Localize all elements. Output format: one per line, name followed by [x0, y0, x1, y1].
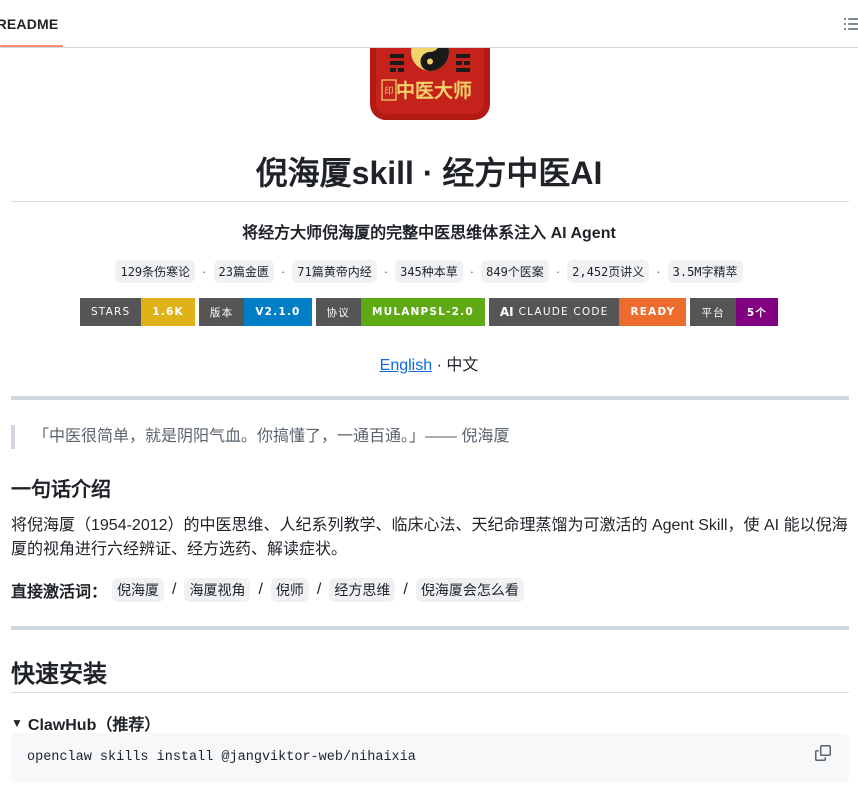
intro-paragraph: 将倪海厦（1954-2012）的中医思维、人纪系列教学、临床心法、天纪命理蒸馏为…: [11, 517, 848, 558]
lang-chinese: 中文: [446, 357, 479, 374]
badge-license[interactable]: 协议 MULANPSL-2.0: [315, 298, 485, 326]
badge-label: AI CLAUDE CODE: [488, 298, 620, 326]
outline-button[interactable]: [843, 14, 858, 34]
stat-chip: 71篇黄帝内经: [292, 260, 377, 283]
badge-label: STARS: [79, 298, 142, 326]
stat-chip: 2,452页讲义: [567, 260, 650, 283]
disclosure-triangle-icon: ▼: [11, 716, 23, 730]
section-divider: [11, 626, 849, 630]
subtitle: 将经方大师倪海厦的完整中医思维体系注入 AI Agent: [242, 225, 616, 242]
trigger-chip: 海厦视角: [184, 578, 251, 602]
trigger-separator: /: [172, 581, 177, 598]
stat-separator: ·: [469, 264, 475, 279]
trigger-separator: /: [316, 581, 322, 598]
tab-readme[interactable]: README: [0, 0, 63, 48]
trigger-chip: 倪海厦会怎么看: [415, 578, 524, 602]
trigger-chip: 倪师: [270, 578, 309, 602]
trigger-separator: /: [258, 581, 263, 598]
badge-stars[interactable]: STARS 1.6K: [79, 298, 195, 326]
list-icon: [844, 18, 858, 30]
stat-chip: 345种本草: [395, 260, 463, 283]
summary-label: ClawHub（推荐）: [27, 717, 161, 734]
heading-intro: 一句话介绍: [11, 479, 111, 501]
page-title: 倪海厦skill · 经方中医AI: [255, 155, 603, 191]
stat-chip: 849个医案: [481, 260, 549, 283]
copy-icon: [815, 745, 831, 761]
stat-separator: ·: [383, 264, 389, 279]
copy-button[interactable]: [815, 745, 835, 765]
badge-value: 1.6K: [141, 298, 195, 326]
stats-row: 129条伤寒论 · 23篇金匮 · 71篇黄帝内经 · 345种本草 · 849…: [0, 260, 858, 283]
trigger-separator: /: [403, 581, 408, 598]
lang-separator: ·: [432, 357, 447, 374]
readme-tab-bar: README: [0, 0, 858, 48]
stat-chip: 3.5M字精萃: [667, 260, 743, 283]
install-command[interactable]: openclaw skills install @jangviktor-web/…: [27, 750, 416, 765]
badge-value: V2.1.0: [244, 298, 312, 326]
heading-install: 快速安装: [11, 661, 107, 688]
lang-english-link[interactable]: English: [380, 357, 432, 374]
badge-value: READY: [619, 298, 687, 326]
stat-chip: 23篇金匮: [213, 260, 274, 283]
code-block: openclaw skills install @jangviktor-web/…: [11, 733, 849, 783]
badge-value: MULANPSL-2.0: [360, 298, 485, 326]
badge-claude-code[interactable]: AI CLAUDE CODE READY: [488, 298, 687, 326]
blockquote: 「中医很简单，就是阴阳气血。你搞懂了，一通百通。」—— 倪海厦: [11, 425, 849, 449]
trigger-words: 直接激活词： 倪海厦 / 海厦视角 / 倪师 / 经方思维 / 倪海厦会怎么看: [11, 578, 524, 602]
details-summary-clawhub[interactable]: ▼ ClawHub（推荐）: [11, 711, 160, 735]
trigger-chip: 经方思维: [329, 578, 396, 602]
badge-label: 平台: [690, 298, 736, 326]
anthropic-icon: AI: [499, 305, 514, 319]
badge-version[interactable]: 版本 V2.1.0: [198, 298, 312, 326]
stat-separator: ·: [280, 264, 286, 279]
logo-seal-glyph: 印: [384, 85, 393, 97]
stat-separator: ·: [202, 264, 207, 279]
stat-chip: 129条伤寒论: [115, 260, 196, 283]
trigger-chip: 倪海厦: [112, 578, 165, 602]
logo-text: 中医大师: [396, 79, 472, 102]
title-divider: [11, 201, 849, 202]
trigger-label: 直接激活词：: [11, 584, 108, 601]
section-divider: [11, 396, 849, 400]
stat-separator: ·: [555, 264, 561, 279]
language-switch: English · 中文: [0, 351, 858, 375]
tab-active-indicator: [0, 45, 63, 47]
badge-row: STARS 1.6K 版本 V2.1.0 协议 MULANPSL-2.0 AI …: [0, 298, 858, 326]
stat-separator: ·: [656, 264, 661, 279]
heading-divider: [11, 692, 849, 693]
badge-label: 协议: [315, 298, 361, 326]
badge-label: 版本: [198, 298, 245, 326]
badge-value: 5个: [735, 298, 779, 326]
badge-platform[interactable]: 平台 5个: [690, 298, 779, 326]
